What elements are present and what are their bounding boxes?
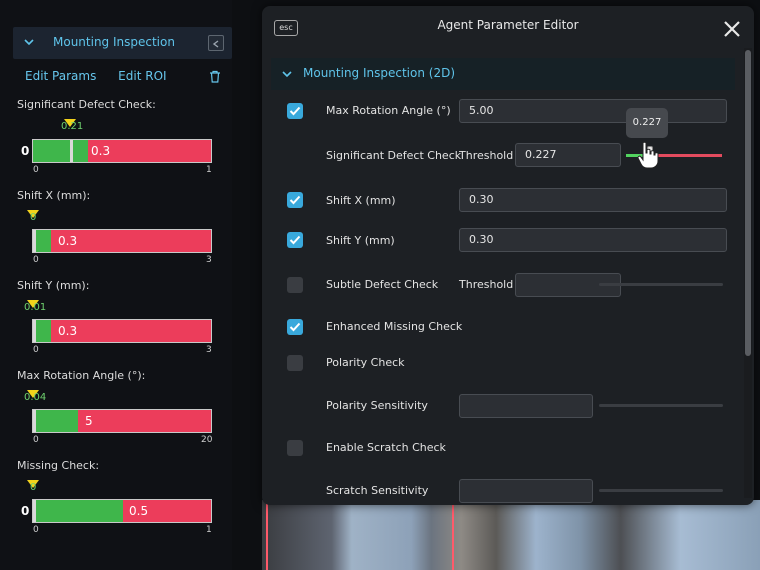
slider-rest [650, 154, 722, 157]
check-icon [289, 195, 301, 205]
zero-label: 0 [21, 504, 30, 518]
scratch-sensitivity-slider[interactable] [599, 489, 723, 492]
axis-min: 0 [33, 255, 39, 265]
polarity-sensitivity-input[interactable] [459, 394, 593, 418]
trash-icon[interactable] [209, 70, 221, 83]
metric-bar: 0.5 [32, 499, 212, 523]
scratch-checkbox[interactable] [287, 440, 303, 456]
close-icon[interactable] [722, 19, 742, 39]
marker-value: 0 [30, 212, 37, 223]
axis-max: 3 [206, 255, 212, 265]
marker-value: 0 [30, 482, 37, 493]
axis-min: 0 [33, 525, 39, 535]
section-title: Mounting Inspection (2D) [303, 66, 456, 80]
shift-y-checkbox[interactable] [287, 232, 303, 248]
metric-bar: 0.3 [32, 229, 212, 253]
axis-min: 0 [33, 165, 39, 175]
axis-max: 1 [206, 525, 212, 535]
significant-defect-threshold-input[interactable]: 0.227 [515, 143, 621, 167]
scratch-sensitivity-label: Scratch Sensitivity [326, 484, 429, 497]
chevron-down-icon[interactable] [280, 67, 294, 81]
panel-actions: Edit Params Edit ROI [25, 69, 185, 83]
axis-min: 0 [33, 345, 39, 355]
scrollbar-thumb[interactable] [745, 50, 751, 356]
bar-value: 0.5 [129, 504, 149, 518]
axis-max: 1 [206, 165, 212, 175]
bar-value: 5 [85, 414, 93, 428]
metric-label: Max Rotation Angle (°): [17, 369, 146, 382]
bar-tick [33, 500, 36, 522]
shift-x-input[interactable]: 0.30 [459, 188, 727, 212]
scratch-sensitivity-input[interactable] [459, 479, 593, 503]
metric-bar: 5 [32, 409, 212, 433]
subtle-defect-label: Subtle Defect Check [326, 278, 439, 291]
marker-value: 0.01 [24, 302, 47, 313]
panel-header[interactable]: Mounting Inspection [13, 27, 232, 59]
axis-min: 0 [33, 435, 39, 445]
inspection-panel: Mounting Inspection Edit Params Edit ROI… [0, 0, 232, 570]
background-image [262, 500, 760, 570]
metric-label: Shift Y (mm): [17, 279, 90, 292]
bar-tick [33, 230, 36, 252]
metric-bar: 0.3 [32, 319, 212, 343]
threshold-label: Threshold [459, 149, 514, 162]
metric-bar: 0.3 [32, 139, 212, 163]
collapse-button[interactable] [208, 35, 224, 51]
polarity-checkbox[interactable] [287, 355, 303, 371]
enhanced-missing-checkbox[interactable] [287, 319, 303, 335]
marker-value: 0.04 [24, 392, 47, 403]
slider-tooltip: 0.227 [626, 108, 668, 138]
bar-tick [33, 320, 36, 342]
bar-fill [33, 500, 123, 522]
max-rotation-checkbox[interactable] [287, 103, 303, 119]
edit-params-link[interactable]: Edit Params [25, 69, 96, 83]
max-rotation-label: Max Rotation Angle (°) [326, 104, 451, 117]
subtle-defect-checkbox[interactable] [287, 277, 303, 293]
check-icon [289, 106, 301, 116]
marker-value: 0.21 [61, 121, 84, 132]
panel-title: Mounting Inspection [53, 35, 175, 49]
shift-y-label: Shift Y (mm) [326, 234, 395, 247]
check-icon [289, 322, 301, 332]
roi-border [266, 500, 268, 570]
shift-y-input[interactable]: 0.30 [459, 228, 727, 252]
axis-max: 3 [206, 345, 212, 355]
bar-tick [33, 410, 36, 432]
arrow-left-icon [212, 40, 219, 48]
bar-fill [33, 410, 78, 432]
bar-fill [33, 140, 88, 162]
bar-value: 0.3 [58, 234, 78, 248]
chevron-down-icon[interactable] [22, 35, 36, 49]
subtle-defect-slider[interactable] [599, 283, 723, 286]
metric-label: Significant Defect Check: [17, 98, 156, 111]
edit-roi-link[interactable]: Edit ROI [118, 69, 166, 83]
polarity-sensitivity-slider[interactable] [599, 404, 723, 407]
polarity-label: Polarity Check [326, 356, 405, 369]
metric-label: Shift X (mm): [17, 189, 91, 202]
hand-cursor-icon [637, 141, 659, 169]
bar-tick [70, 140, 73, 162]
agent-parameter-editor-dialog: esc Agent Parameter Editor Mounting Insp… [262, 6, 754, 505]
axis-max: 20 [201, 435, 213, 445]
check-icon [289, 235, 301, 245]
dialog-title: Agent Parameter Editor [437, 18, 579, 32]
threshold-label: Threshold [459, 278, 514, 291]
shift-x-label: Shift X (mm) [326, 194, 396, 207]
enhanced-missing-label: Enhanced Missing Check [326, 320, 463, 333]
section-header[interactable]: Mounting Inspection (2D) [271, 58, 735, 90]
bar-value: 0.3 [91, 144, 111, 158]
zero-label: 0 [21, 144, 30, 158]
max-rotation-input[interactable]: 5.00 [459, 99, 727, 123]
roi-border [452, 500, 454, 570]
significant-defect-label: Significant Defect Check [326, 149, 462, 162]
metric-label: Missing Check: [17, 459, 100, 472]
polarity-sensitivity-label: Polarity Sensitivity [326, 399, 428, 412]
scratch-label: Enable Scratch Check [326, 441, 446, 454]
shift-x-checkbox[interactable] [287, 192, 303, 208]
bar-value: 0.3 [58, 324, 78, 338]
